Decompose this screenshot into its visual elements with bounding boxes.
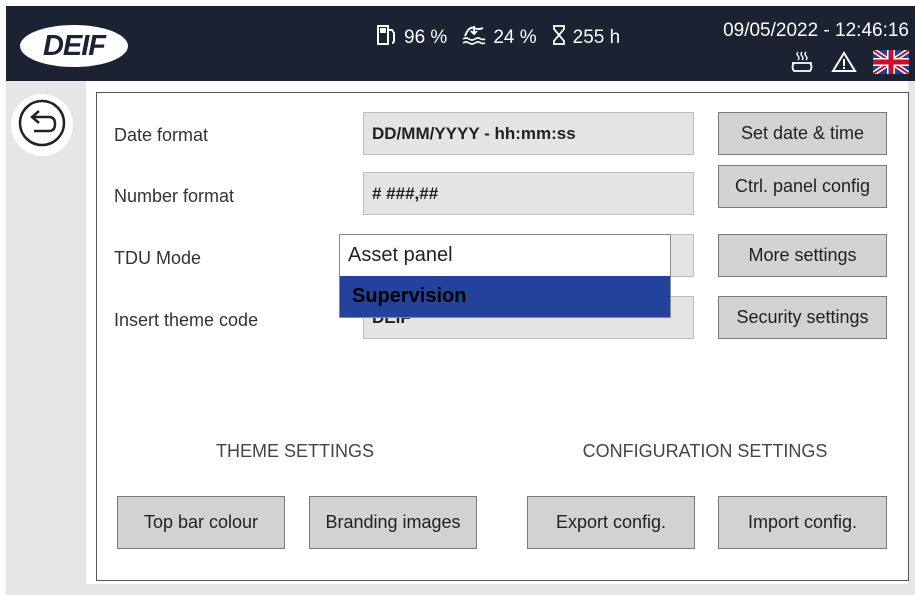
hours-value: 255 h	[572, 27, 621, 48]
tdu-mode-dropdown[interactable]: Asset panel Supervision	[339, 234, 671, 318]
uk-flag-icon[interactable]	[873, 50, 909, 74]
hourglass-icon	[551, 24, 573, 52]
date-format-field[interactable]: DD/MM/YYYY - hh:mm:ss	[363, 112, 694, 155]
date-time-readout: 09/05/2022 - 12:46:16	[723, 20, 909, 41]
water-level-icon	[461, 24, 493, 52]
export-config-button[interactable]: Export config.	[527, 496, 695, 549]
warning-icon[interactable]	[831, 50, 857, 74]
left-panel	[6, 81, 86, 595]
fuel-value: 96 %	[404, 27, 448, 48]
back-arrow-icon	[17, 98, 67, 153]
number-format-label: Number format	[114, 186, 235, 206]
theme-code-label: Insert theme code	[114, 310, 259, 330]
dropdown-option-asset-panel[interactable]: Asset panel	[340, 235, 670, 276]
dropdown-option-supervision[interactable]: Supervision	[340, 276, 670, 317]
bottom-strip	[86, 584, 915, 595]
ctrl-panel-config-button[interactable]: Ctrl. panel config	[718, 165, 887, 208]
tdu-mode-label: TDU Mode	[114, 248, 202, 268]
date-format-label: Date format	[114, 125, 209, 145]
logo-text: DEIF	[42, 29, 106, 62]
top-bar: DEIF 96 % 24 % 255 h 09/05/2022 - 12:46:…	[6, 6, 915, 81]
right-strip	[908, 81, 915, 595]
status-readouts: 96 % 24 % 255 h	[376, 24, 634, 52]
water-status: 24 %	[461, 24, 537, 52]
number-format-field[interactable]: # ###,##	[363, 172, 694, 215]
back-button[interactable]	[11, 94, 73, 156]
branding-images-button[interactable]: Branding images	[309, 496, 477, 549]
fuel-pump-icon	[376, 24, 404, 52]
deif-logo: DEIF	[20, 25, 128, 67]
security-settings-button[interactable]: Security settings	[718, 296, 887, 339]
top-bar-colour-button[interactable]: Top bar colour	[117, 496, 285, 549]
configuration-settings-heading: CONFIGURATION SETTINGS	[582, 441, 828, 461]
fuel-status: 96 %	[376, 24, 447, 52]
hours-status: 255 h	[551, 24, 621, 52]
heater-icon[interactable]	[789, 50, 815, 74]
water-value: 24 %	[493, 27, 537, 48]
top-bar-icons	[773, 50, 909, 74]
import-config-button[interactable]: Import config.	[718, 496, 887, 549]
set-date-time-button[interactable]: Set date & time	[718, 112, 887, 155]
more-settings-button[interactable]: More settings	[718, 234, 887, 277]
theme-settings-heading: THEME SETTINGS	[215, 441, 374, 461]
